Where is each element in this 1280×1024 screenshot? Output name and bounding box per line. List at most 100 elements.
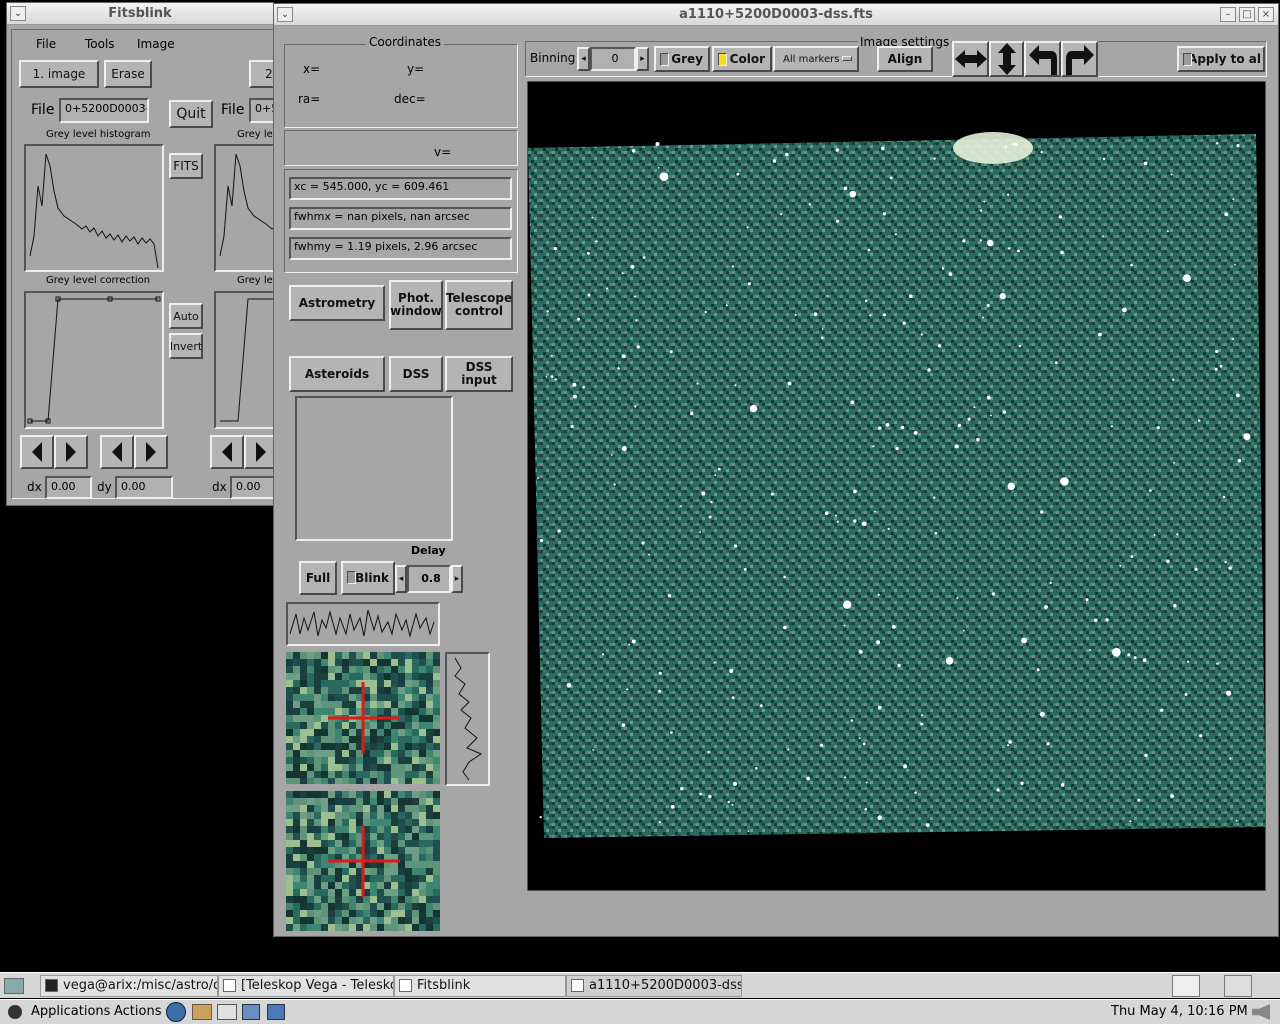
- image1-button[interactable]: 1. image: [19, 60, 99, 88]
- star: [635, 319, 638, 322]
- star: [557, 529, 561, 533]
- task-fitsblink[interactable]: Fitsblink: [394, 975, 566, 997]
- rotate-right-button[interactable]: [1061, 41, 1098, 77]
- pixel: [293, 798, 300, 805]
- workspace-2[interactable]: [1224, 975, 1252, 997]
- pixel: [335, 673, 342, 680]
- phot-window-button[interactable]: Phot. window: [389, 280, 443, 330]
- actions-menu[interactable]: Actions: [114, 1004, 162, 1019]
- markers-dropdown[interactable]: All markers: [773, 46, 859, 72]
- pixel: [405, 896, 412, 903]
- erase-button[interactable]: Erase: [104, 60, 152, 88]
- pixel: [300, 729, 307, 736]
- star: [1149, 489, 1152, 492]
- star: [920, 722, 924, 726]
- pixel: [398, 743, 405, 750]
- editor-launcher-icon[interactable]: [217, 1004, 237, 1020]
- delay-increase[interactable]: ▸: [451, 565, 463, 593]
- foot-icon[interactable]: [8, 1005, 22, 1019]
- menu-tools[interactable]: Tools: [85, 37, 115, 51]
- pixel: [377, 812, 384, 819]
- volume-icon[interactable]: [1252, 1004, 1270, 1020]
- star: [1002, 410, 1007, 414]
- window-menu-icon[interactable]: ⌄: [10, 6, 26, 21]
- grey-toggle[interactable]: Grey: [654, 46, 710, 72]
- task-terminal[interactable]: vega@arix:/misc/astro/da: [40, 975, 218, 997]
- invert-button[interactable]: Invert: [169, 333, 203, 359]
- apply-toggle[interactable]: Apply to al: [1177, 46, 1265, 72]
- quit-button[interactable]: Quit: [169, 100, 213, 128]
- star: [967, 417, 971, 421]
- pixel: [349, 833, 356, 840]
- star: [621, 272, 624, 274]
- star: [670, 731, 673, 734]
- pixel: [335, 757, 342, 764]
- pixel: [377, 889, 384, 896]
- binning-decrease[interactable]: ◂: [577, 47, 590, 71]
- next-left-button[interactable]: [54, 435, 88, 469]
- pixel: [321, 889, 328, 896]
- flip-vertical-button[interactable]: [989, 41, 1024, 77]
- pixel: [321, 666, 328, 673]
- minimize-icon[interactable]: –: [1220, 7, 1236, 22]
- next-right-button[interactable]: [134, 435, 168, 469]
- fits-button[interactable]: FITS: [169, 153, 203, 179]
- task-dss-image[interactable]: a1110+5200D0003-dss.fts: [566, 975, 742, 997]
- astrometry-button[interactable]: Astrometry: [289, 285, 385, 321]
- rotate-left-button[interactable]: [1024, 41, 1061, 77]
- delay-decrease[interactable]: ◂: [395, 565, 407, 593]
- pixel: [426, 889, 433, 896]
- pixel: [286, 708, 293, 715]
- close-icon[interactable]: ×: [1258, 7, 1274, 22]
- file-label: File: [31, 102, 55, 118]
- pixel: [293, 729, 300, 736]
- file-input[interactable]: 0+5200D0003-ds: [59, 98, 149, 123]
- applications-menu[interactable]: Applications: [31, 1004, 110, 1019]
- menu-file[interactable]: File: [36, 37, 56, 51]
- pixel: [384, 673, 391, 680]
- menu-image[interactable]: Image: [137, 37, 175, 51]
- pixel: [328, 798, 335, 805]
- dx-input[interactable]: 0.00: [45, 476, 92, 499]
- binning-increase[interactable]: ▸: [636, 47, 649, 71]
- delay-input[interactable]: 0.8: [407, 565, 451, 593]
- auto-button[interactable]: Auto: [169, 303, 203, 329]
- pixel: [321, 680, 328, 687]
- screenshot-launcher-icon[interactable]: [267, 1004, 285, 1020]
- dss-button[interactable]: DSS: [389, 356, 443, 392]
- dss-titlebar[interactable]: a1110+5200D0003-dss.fts: [274, 4, 1278, 26]
- pixel: [293, 882, 300, 889]
- fitsblink-titlebar[interactable]: Fitsblink: [7, 3, 273, 25]
- pixel: [342, 805, 349, 812]
- full-button[interactable]: Full: [299, 561, 337, 595]
- pixel: [419, 903, 426, 910]
- workspace-1[interactable]: [1172, 975, 1200, 997]
- binning-input[interactable]: 0: [590, 47, 636, 71]
- dss-input-button[interactable]: DSS input: [445, 356, 513, 392]
- maximize-icon[interactable]: □: [1239, 7, 1255, 22]
- dy-input[interactable]: 0.00: [115, 476, 173, 499]
- terminal-launcher-icon[interactable]: [242, 1004, 260, 1020]
- blink-button[interactable]: Blink: [341, 561, 395, 595]
- flip-horizontal-button[interactable]: [952, 41, 989, 77]
- browser-launcher-icon[interactable]: [166, 1002, 186, 1022]
- star-field-canvas[interactable]: [527, 81, 1266, 891]
- window-menu-icon[interactable]: ⌄: [277, 7, 293, 22]
- align-button[interactable]: Align: [877, 46, 933, 72]
- pixel: [286, 771, 293, 778]
- clock[interactable]: Thu May 4, 10:16 PM: [1111, 1004, 1248, 1019]
- mail-launcher-icon[interactable]: [192, 1004, 212, 1020]
- pixel: [433, 694, 440, 701]
- color-toggle[interactable]: Color: [712, 46, 772, 72]
- asteroids-button[interactable]: Asteroids: [289, 356, 385, 392]
- show-desktop-icon[interactable]: [4, 978, 24, 994]
- pixel: [405, 652, 412, 659]
- prev-left-button[interactable]: [20, 435, 54, 469]
- pixel: [363, 659, 370, 666]
- pixel: [349, 778, 356, 785]
- prev2-button[interactable]: [210, 435, 244, 469]
- task-teleskop[interactable]: [Teleskop Vega - Telesko: [218, 975, 394, 997]
- telescope-control-button[interactable]: Telescope control: [445, 280, 513, 330]
- prev-right-button[interactable]: [100, 435, 134, 469]
- star: [1216, 142, 1219, 145]
